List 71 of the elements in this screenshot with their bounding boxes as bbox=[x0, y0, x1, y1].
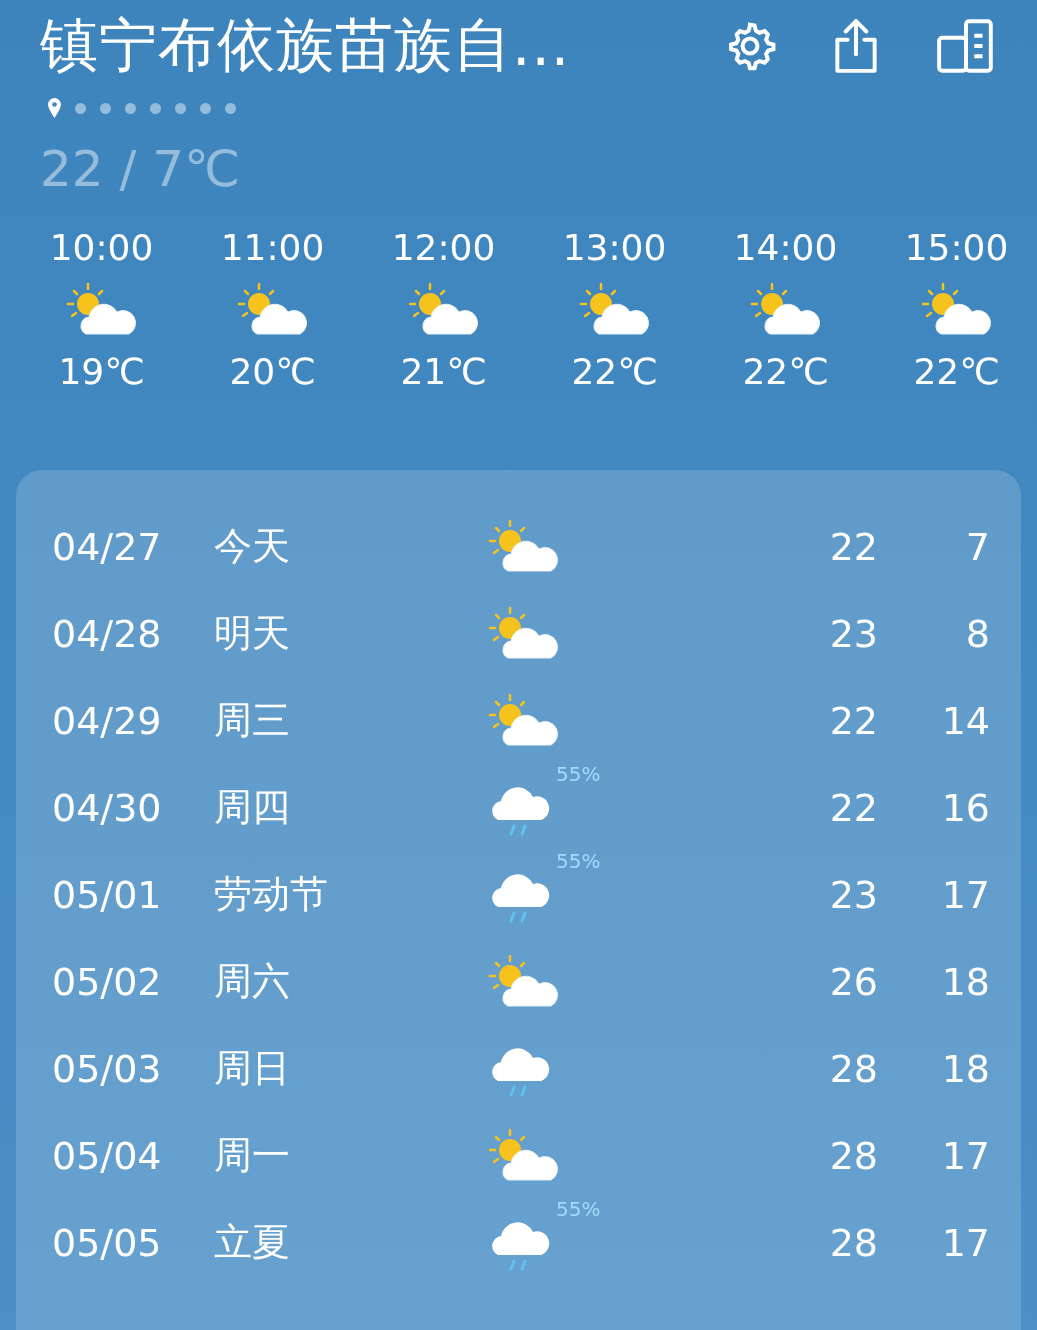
forecast-date: 05/01 bbox=[51, 872, 163, 917]
forecast-day: 周三 bbox=[214, 695, 488, 746]
precipitation-chance: 55% bbox=[556, 1196, 601, 1221]
hour-temperature: 19℃ bbox=[58, 354, 145, 390]
page-dot[interactable] bbox=[175, 102, 186, 114]
low-temperature: 18 bbox=[940, 1046, 990, 1091]
page-dot[interactable] bbox=[225, 102, 236, 114]
low-temperature: 8 bbox=[964, 611, 990, 656]
precipitation-chance: 55% bbox=[556, 761, 601, 786]
low-temperature: 14 bbox=[940, 698, 990, 743]
partly-cloudy-icon bbox=[578, 282, 651, 338]
partly-cloudy-icon bbox=[749, 282, 822, 338]
forecast-date: 05/03 bbox=[51, 1046, 163, 1091]
hour-time: 13:00 bbox=[562, 230, 667, 266]
city-title: 镇宁布依族苗族自... bbox=[40, 10, 572, 81]
forecast-date: 05/05 bbox=[51, 1220, 163, 1265]
forecast-date: 04/27 bbox=[51, 524, 163, 569]
partly-cloudy-icon bbox=[488, 518, 560, 575]
hour-temperature: 22℃ bbox=[913, 354, 1000, 390]
precipitation-chance: 55% bbox=[556, 848, 601, 873]
high-temperature: 26 bbox=[828, 959, 878, 1004]
page-dot[interactable] bbox=[125, 102, 136, 114]
hour-temperature: 22℃ bbox=[742, 354, 829, 390]
partly-cloudy-icon bbox=[407, 282, 480, 338]
low-temperature: 17 bbox=[940, 1220, 990, 1265]
forecast-day: 周六 bbox=[214, 956, 488, 1007]
partly-cloudy-icon bbox=[65, 282, 138, 338]
forecast-day: 明天 bbox=[214, 608, 488, 659]
forecast-day: 今天 bbox=[214, 521, 488, 572]
page-dot[interactable] bbox=[75, 102, 86, 114]
high-temperature: 22 bbox=[828, 698, 878, 743]
low-temperature: 16 bbox=[940, 785, 990, 830]
high-temperature: 23 bbox=[828, 611, 878, 656]
temperature-range: 22 / 7℃ bbox=[39, 139, 242, 200]
forecast-date: 05/02 bbox=[51, 959, 163, 1004]
low-temperature: 17 bbox=[940, 872, 990, 917]
page-dot[interactable] bbox=[150, 102, 161, 114]
forecast-day: 立夏 bbox=[214, 1217, 488, 1268]
forecast-day: 劳动节 bbox=[214, 869, 488, 920]
forecast-date: 04/30 bbox=[51, 785, 163, 830]
forecast-date: 05/04 bbox=[51, 1133, 163, 1178]
low-temperature: 17 bbox=[940, 1133, 990, 1178]
hour-time: 12:00 bbox=[391, 230, 496, 266]
partly-cloudy-icon bbox=[488, 692, 560, 749]
hour-temperature: 21℃ bbox=[400, 354, 487, 390]
high-temperature: 22 bbox=[828, 785, 878, 830]
page-dot[interactable] bbox=[100, 102, 111, 114]
low-temperature: 7 bbox=[964, 524, 990, 569]
page-dot[interactable] bbox=[200, 102, 211, 114]
low-temperature: 18 bbox=[940, 959, 990, 1004]
forecast-date: 04/28 bbox=[51, 611, 163, 656]
partly-cloudy-icon bbox=[236, 282, 309, 338]
forecast-day: 周日 bbox=[214, 1043, 488, 1094]
forecast-date: 04/29 bbox=[51, 698, 163, 743]
high-temperature: 28 bbox=[828, 1046, 878, 1091]
hour-time: 11:00 bbox=[220, 230, 325, 266]
high-temperature: 28 bbox=[828, 1133, 878, 1178]
high-temperature: 28 bbox=[828, 1220, 878, 1265]
hour-time: 14:00 bbox=[733, 230, 838, 266]
high-temperature: 23 bbox=[828, 872, 878, 917]
hour-time: 15:00 bbox=[904, 230, 1009, 266]
hour-temperature: 22℃ bbox=[571, 354, 658, 390]
partly-cloudy-icon bbox=[920, 282, 993, 338]
partly-cloudy-icon bbox=[488, 953, 560, 1010]
partly-cloudy-icon bbox=[488, 1127, 560, 1184]
forecast-day: 周四 bbox=[214, 782, 488, 833]
partly-cloudy-icon bbox=[488, 605, 560, 662]
forecast-day: 周一 bbox=[214, 1130, 488, 1181]
hour-temperature: 20℃ bbox=[229, 354, 316, 390]
hour-time: 10:00 bbox=[49, 230, 154, 266]
high-temperature: 22 bbox=[828, 524, 878, 569]
